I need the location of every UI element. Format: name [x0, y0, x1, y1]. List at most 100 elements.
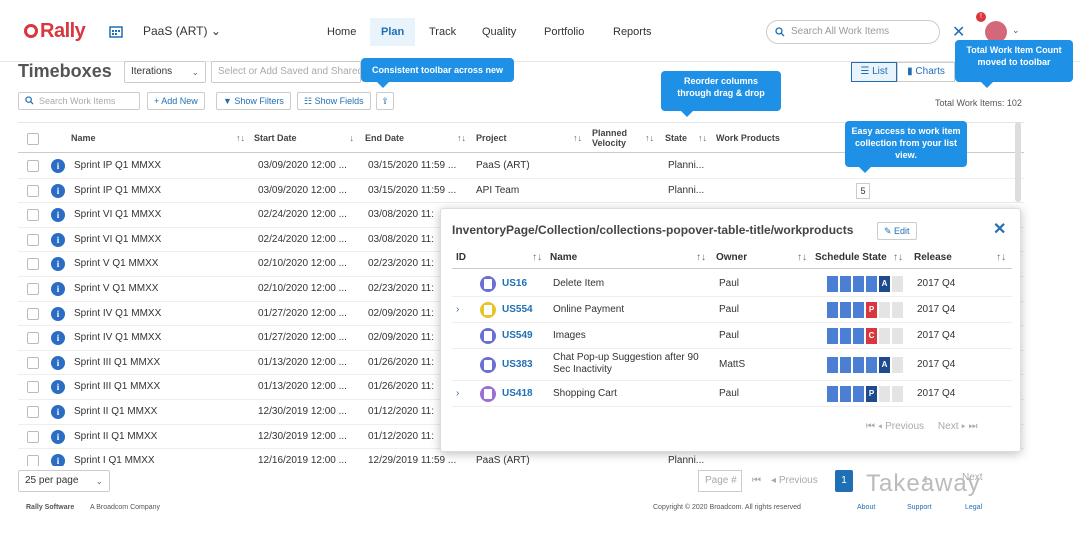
chevron-down-icon[interactable]: ⌄ [1012, 25, 1020, 36]
row-checkbox[interactable] [27, 184, 39, 197]
show-fields-button[interactable]: ☷ Show Fields [297, 92, 371, 110]
col-end-date[interactable]: End Date ↑↓ [365, 123, 470, 153]
sort-icon[interactable]: ↑↓ [797, 247, 807, 269]
schedule-state-segment[interactable] [892, 386, 903, 402]
schedule-state-segment[interactable]: P [866, 386, 877, 402]
pcol-schedule-state[interactable]: Schedule State ↑↓ [815, 247, 907, 269]
schedule-state-segment[interactable] [827, 328, 838, 344]
sort-icon[interactable]: ↑↓ [996, 247, 1006, 269]
info-icon[interactable]: i [51, 257, 65, 272]
table-row[interactable]: i Sprint IP Q1 MMXX 03/09/2020 12:00 ... 03… [18, 179, 1024, 204]
sort-icon[interactable]: ↑↓ [645, 133, 654, 143]
info-icon[interactable]: i [51, 183, 65, 198]
col-name[interactable]: Name ↑↓ [71, 123, 249, 153]
global-search-input[interactable]: Search All Work Items [766, 20, 940, 44]
row-checkbox[interactable] [27, 233, 39, 246]
row-checkbox[interactable] [27, 356, 39, 369]
add-new-button[interactable]: + Add New [147, 92, 205, 110]
schedule-state-segment[interactable] [853, 386, 864, 402]
legal-link[interactable]: Legal [965, 504, 982, 511]
info-icon[interactable]: i [51, 159, 65, 173]
pcol-release[interactable]: Release ↑↓ [914, 247, 1010, 269]
info-icon[interactable]: i [51, 306, 65, 321]
workspace-icon[interactable] [109, 24, 123, 38]
table-row[interactable]: US383 Chat Pop-up Suggestion after 90 Sec… [452, 349, 1012, 381]
schedule-state-segment[interactable] [827, 386, 838, 402]
expand-chevron-icon[interactable]: › [456, 381, 459, 407]
col-work-products[interactable]: Work Products [716, 123, 836, 153]
schedule-state-segment[interactable] [827, 276, 838, 292]
export-icon[interactable]: ⇪ [376, 92, 394, 110]
sort-icon[interactable]: ↑↓ [893, 247, 903, 269]
first-page-icon[interactable]: ⏮ [752, 470, 761, 492]
schedule-state-segment[interactable] [840, 328, 851, 344]
schedule-state-bar[interactable]: C [827, 328, 903, 344]
current-page[interactable]: 1 [835, 470, 853, 492]
expand-chevron-icon[interactable]: › [456, 297, 459, 323]
support-link[interactable]: Support [907, 504, 932, 511]
row-checkbox[interactable] [27, 381, 39, 394]
popover-previous-button[interactable]: Previous [885, 421, 924, 432]
list-view-toggle[interactable]: ☰ List [851, 62, 897, 82]
schedule-state-segment[interactable] [879, 302, 890, 318]
sort-icon[interactable]: ↑↓ [236, 133, 245, 143]
work-item-id-link[interactable]: US554 [502, 297, 533, 323]
info-icon[interactable]: i [51, 232, 65, 247]
page-number-input[interactable]: Page # [698, 470, 742, 492]
info-icon[interactable]: i [51, 355, 65, 370]
col-planned-velocity[interactable]: Planned Velocity ↑↓ [592, 123, 658, 153]
per-page-select[interactable]: 25 per page ⌄ [18, 470, 110, 492]
row-checkbox[interactable] [27, 332, 39, 345]
schedule-state-segment[interactable] [840, 302, 851, 318]
col-start-date[interactable]: Start Date ↓ [254, 123, 358, 153]
nav-quality[interactable]: Quality [471, 18, 527, 46]
nav-plan[interactable]: Plan [370, 18, 416, 46]
schedule-state-segment[interactable] [866, 357, 877, 373]
schedule-state-segment[interactable] [840, 386, 851, 402]
sort-icon[interactable]: ↑↓ [532, 247, 542, 269]
table-row[interactable]: US16 Delete Item Paul A 2017 Q4 [452, 271, 1012, 297]
schedule-state-bar[interactable]: P [827, 386, 903, 402]
schedule-state-segment[interactable] [879, 386, 890, 402]
schedule-state-bar[interactable]: P [827, 302, 903, 318]
schedule-state-segment[interactable] [879, 328, 890, 344]
schedule-state-segment[interactable] [840, 357, 851, 373]
schedule-state-segment[interactable] [866, 276, 877, 292]
cell-wp[interactable]: 5 [856, 182, 870, 199]
work-item-id-link[interactable]: US383 [502, 349, 533, 381]
work-item-id-link[interactable]: US418 [502, 381, 533, 407]
row-checkbox[interactable] [27, 307, 39, 320]
first-page-icon[interactable]: ⏮ ◂ [866, 421, 885, 432]
schedule-state-segment[interactable]: A [879, 357, 890, 373]
charts-view-toggle[interactable]: ▮ Charts [897, 62, 955, 82]
row-checkbox[interactable] [27, 258, 39, 271]
show-filters-button[interactable]: ▼ Show Filters [216, 92, 291, 110]
row-checkbox[interactable] [27, 283, 39, 295]
work-item-id-link[interactable]: US549 [502, 323, 533, 349]
about-link[interactable]: About [857, 504, 875, 511]
last-page-icon[interactable]: ▸ ⏭ [958, 421, 977, 432]
schedule-state-segment[interactable] [892, 276, 903, 292]
schedule-state-segment[interactable] [853, 302, 864, 318]
schedule-state-segment[interactable]: A [879, 276, 890, 292]
nav-home[interactable]: Home [316, 18, 367, 46]
workspace-picker[interactable]: PaaS (ART) ⌄ [143, 24, 221, 38]
info-icon[interactable]: i [51, 380, 65, 395]
row-checkbox[interactable] [27, 160, 39, 172]
info-icon[interactable]: i [51, 208, 65, 223]
col-project[interactable]: Project ↑↓ [476, 123, 586, 153]
sort-desc-icon[interactable]: ↓ [350, 133, 355, 143]
table-row[interactable]: › US418 Shopping Cart Paul P 2017 Q4 [452, 381, 1012, 407]
saved-views-select[interactable]: Select or Add Saved and Shared Views [211, 61, 361, 83]
schedule-state-segment[interactable] [892, 357, 903, 373]
popover-next-button[interactable]: Next [938, 421, 959, 432]
rally-logo[interactable]: Rally [24, 20, 86, 43]
sort-icon[interactable]: ↑↓ [457, 133, 466, 143]
row-checkbox[interactable] [27, 455, 39, 466]
schedule-state-segment[interactable]: P [866, 302, 877, 318]
row-checkbox[interactable] [27, 430, 39, 443]
work-item-search-input[interactable]: Search Work Items [18, 92, 140, 110]
sort-icon[interactable]: ↑↓ [698, 133, 707, 143]
timebox-type-select[interactable]: Iterations ⌄ [124, 61, 206, 83]
notification-badge[interactable]: ! [976, 12, 986, 22]
